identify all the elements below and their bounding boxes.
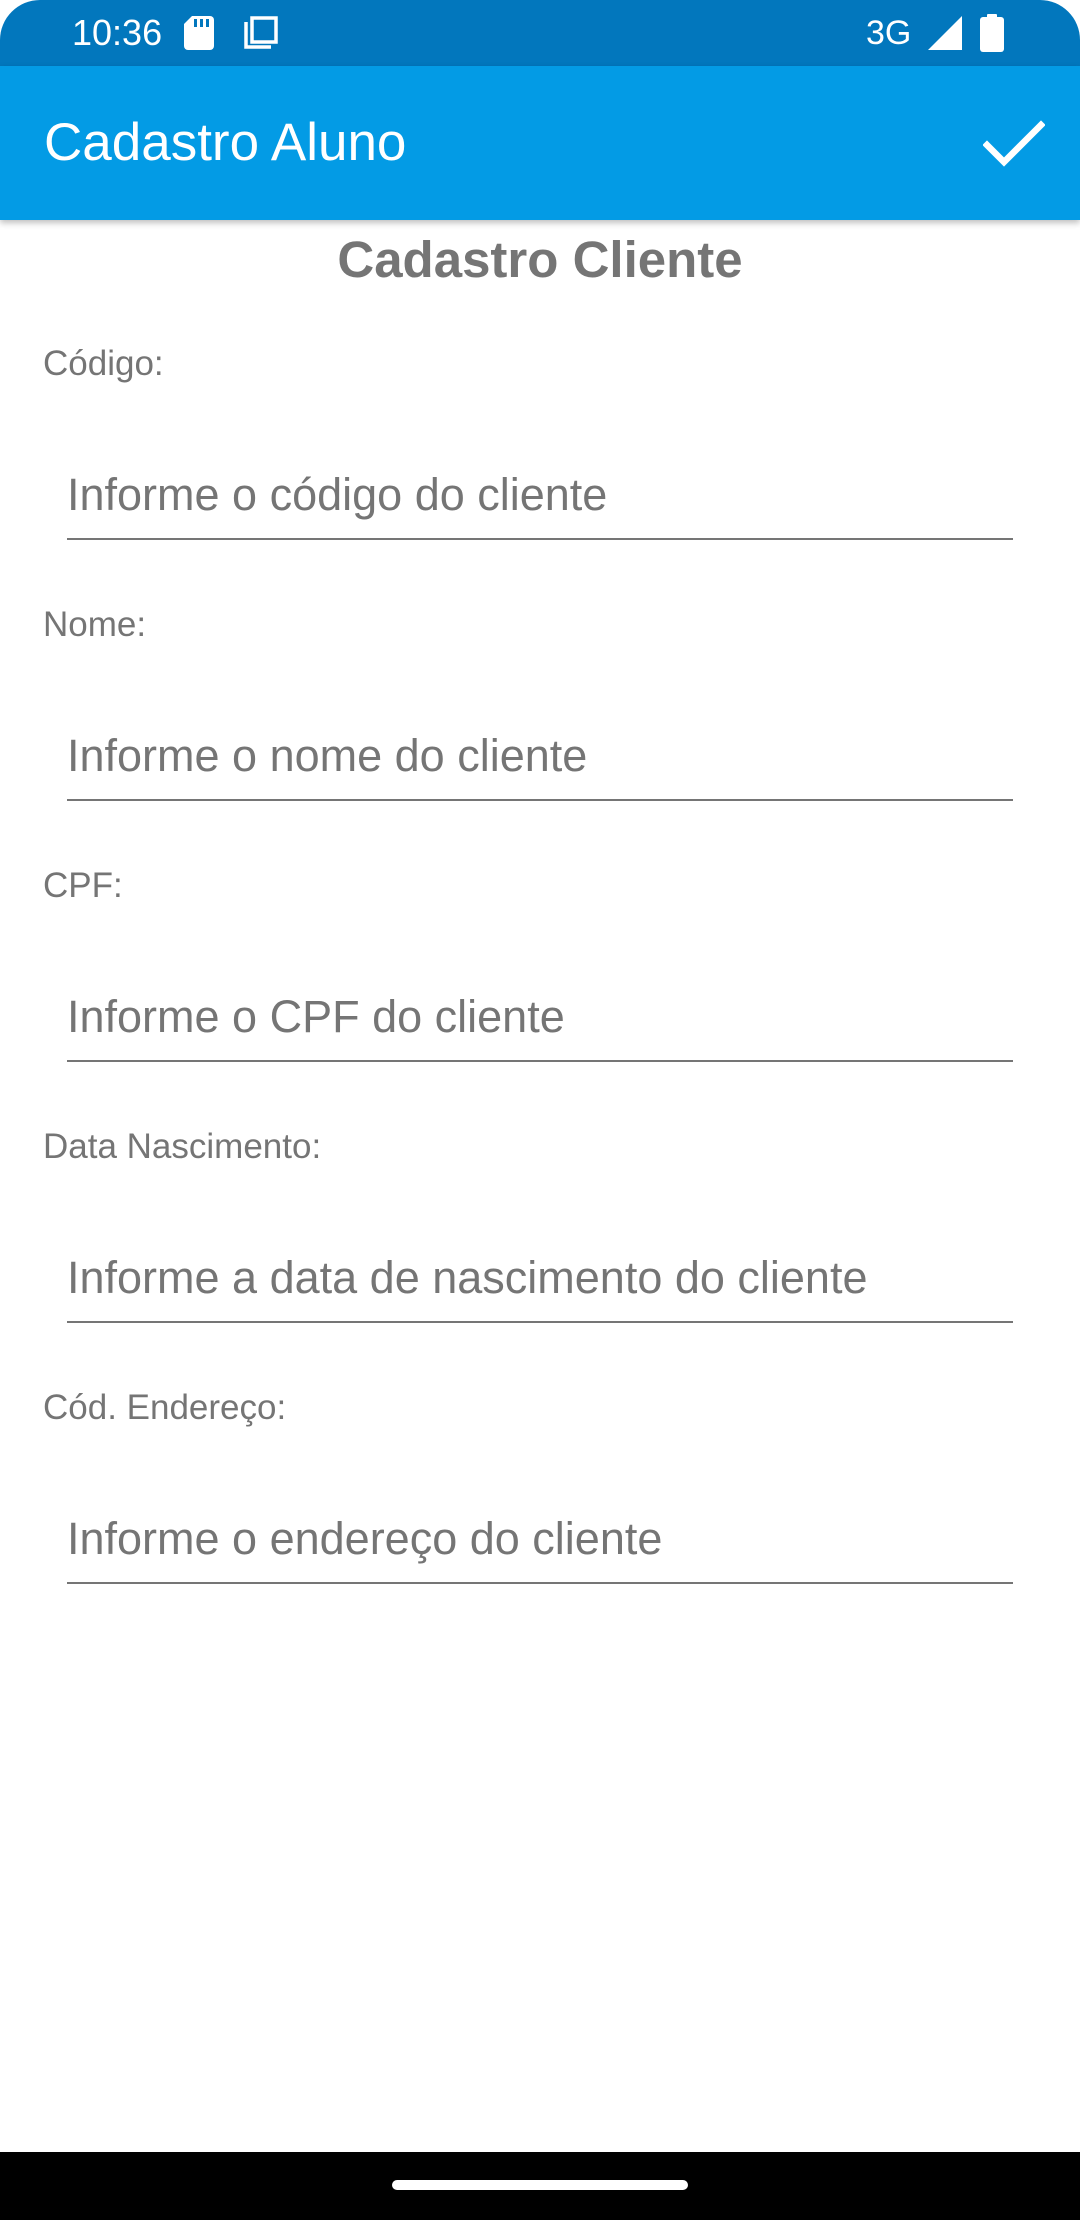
home-gesture-handle[interactable] (392, 2180, 688, 2190)
signal-icon (928, 16, 962, 50)
check-icon (983, 120, 1045, 167)
copy-icon (244, 16, 278, 49)
battery-icon (980, 14, 1004, 52)
data-nascimento-input[interactable] (67, 1243, 1013, 1323)
nome-label: Nome: (43, 605, 147, 644)
sd-card-icon (184, 16, 214, 50)
network-type: 3G (866, 14, 912, 52)
form-heading: Cadastro Cliente (337, 231, 743, 288)
app-bar: Cadastro Aluno (0, 66, 1080, 220)
nome-input[interactable] (67, 721, 1013, 801)
status-time: 10:36 (72, 12, 163, 53)
endereco-input[interactable] (67, 1504, 1013, 1584)
cpf-input[interactable] (67, 982, 1013, 1062)
confirm-button[interactable] (966, 102, 1062, 186)
navigation-bar (0, 2152, 1080, 2220)
endereco-label: Cód. Endereço: (43, 1388, 287, 1427)
data-nascimento-label: Data Nascimento: (43, 1127, 322, 1166)
codigo-label: Código: (43, 344, 164, 383)
app-title: Cadastro Aluno (44, 113, 407, 172)
cpf-label: CPF: (43, 866, 123, 905)
status-bar: 10:36 3G (0, 0, 1080, 66)
codigo-input[interactable] (67, 460, 1013, 540)
